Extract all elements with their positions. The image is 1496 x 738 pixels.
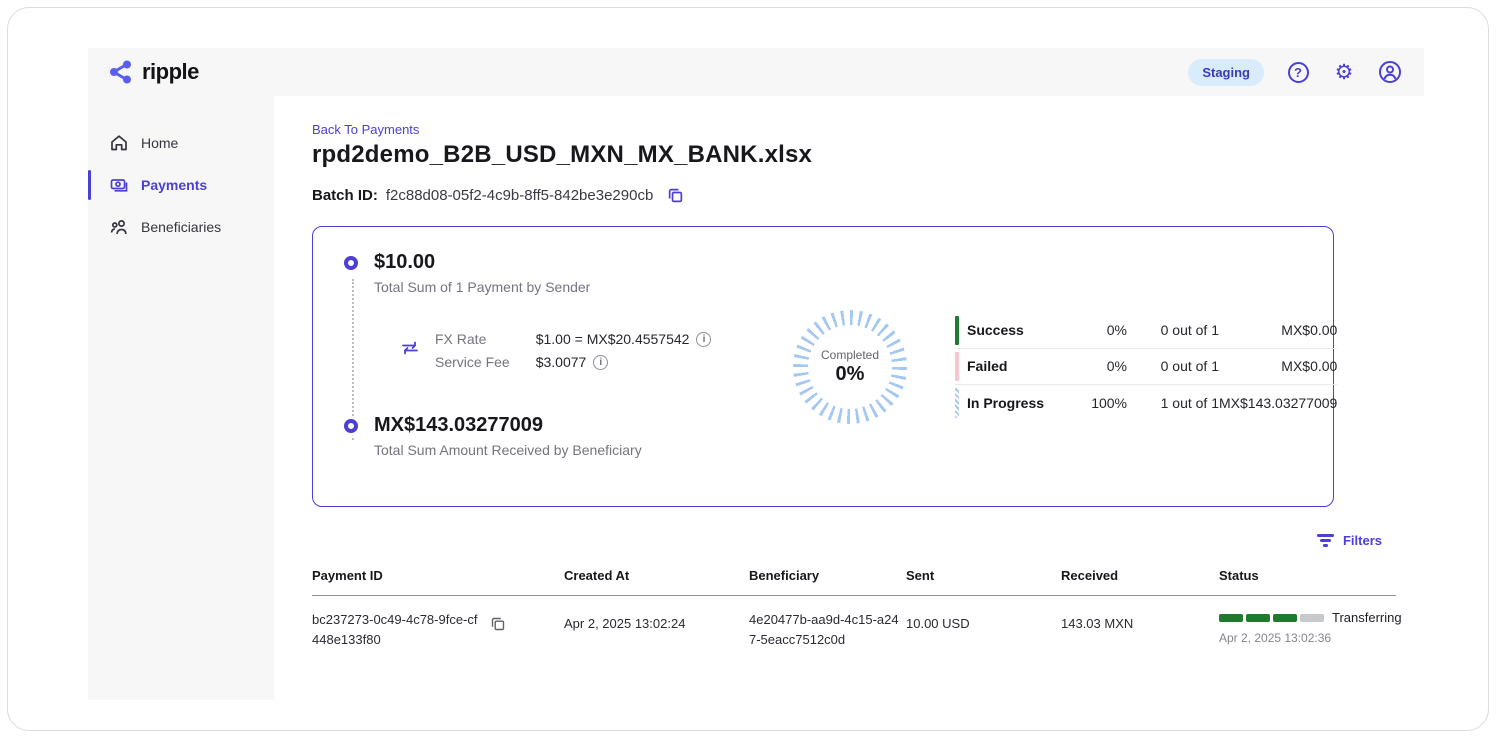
beneficiary-total-amount: MX$143.03277009 — [374, 414, 642, 437]
stat-percentage: 100% — [1075, 395, 1127, 411]
service-fee-text: $3.0077 — [536, 354, 587, 370]
status-breakdown: Success 0% 0 out of 1 MX$0.00 Failed 0% … — [955, 313, 1337, 421]
table-row[interactable]: bc237273-0c49-4c78-9fce-cf448e133f80 Apr… — [312, 596, 1396, 649]
page-title: rpd2demo_B2B_USD_MXN_MX_BANK.xlsx — [312, 141, 1396, 169]
sidebar: Home Payments — [88, 96, 274, 700]
gear-icon: ⚙ — [1335, 62, 1354, 83]
sender-total-caption: Total Sum of 1 Payment by Sender — [374, 279, 590, 295]
top-bar: ripple Staging ? ⚙ — [88, 48, 1424, 96]
batch-id-value: f2c88d08-05f2-4c9b-8ff5-842be3e290cb — [386, 187, 653, 204]
main-content: Back To Payments rpd2demo_B2B_USD_MXN_MX… — [274, 96, 1424, 700]
topbar-controls: Staging ? ⚙ — [1188, 59, 1402, 86]
filter-icon — [1317, 534, 1334, 547]
payment-timeline: $10.00 Total Sum of 1 Payment by Sender — [335, 251, 775, 482]
back-to-payments-link[interactable]: Back To Payments — [312, 122, 1396, 137]
status-label: Transferring — [1332, 610, 1402, 625]
spinner-ticks: Completed 0% — [793, 310, 907, 424]
filters-button[interactable]: Filters — [1317, 533, 1382, 548]
completed-label: Completed — [821, 348, 879, 362]
failed-bar — [955, 352, 959, 381]
service-fee-info-icon[interactable]: i — [593, 355, 608, 370]
failed-stat-row: Failed 0% 0 out of 1 MX$0.00 — [955, 349, 1337, 385]
environment-badge: Staging — [1188, 59, 1264, 86]
payment-id-value: bc237273-0c49-4c78-9fce-cf448e133f80 — [312, 610, 480, 649]
brand-wordmark: ripple — [142, 59, 199, 85]
status-cell: Transferring Apr 2, 2025 13:02:36 — [1219, 610, 1402, 645]
completion-spinner: Completed 0% — [793, 310, 907, 424]
fx-exchange-icon — [399, 337, 421, 370]
screenshot-frame: ripple Staging ? ⚙ — [7, 7, 1489, 731]
column-header-received: Received — [1061, 568, 1219, 583]
batch-id-label: Batch ID: — [312, 187, 378, 204]
beneficiaries-icon — [109, 217, 129, 237]
stat-count: 1 out of 1 — [1127, 395, 1219, 411]
beneficiary-total-caption: Total Sum Amount Received by Beneficiary — [374, 442, 642, 458]
fx-rate-text: $1.00 = MX$20.4557542 — [536, 331, 690, 347]
stat-amount: MX$0.00 — [1219, 358, 1337, 374]
timeline-bullet-icon — [344, 419, 358, 433]
column-header-sent: Sent — [906, 568, 1061, 583]
fx-rate-info-icon[interactable]: i — [696, 332, 711, 347]
sender-total-amount: $10.00 — [374, 251, 590, 274]
help-button[interactable]: ? — [1286, 60, 1310, 84]
column-header-payment-id: Payment ID — [312, 568, 564, 583]
sidebar-item-label: Payments — [141, 177, 207, 193]
fx-rate-value: $1.00 = MX$20.4557542 i — [536, 331, 712, 347]
sidebar-item-label: Beneficiaries — [141, 219, 221, 235]
status-progress — [1219, 614, 1324, 622]
stat-percentage: 0% — [1075, 358, 1127, 374]
in-progress-stat-row: In Progress 100% 1 out of 1 MX$143.03277… — [955, 385, 1337, 421]
received-cell: 143.03 MXN — [1061, 610, 1219, 631]
success-stat-row: Success 0% 0 out of 1 MX$0.00 — [955, 313, 1337, 349]
home-icon — [109, 133, 129, 153]
payment-id-cell: bc237273-0c49-4c78-9fce-cf448e133f80 — [312, 610, 564, 649]
payments-table-header: Payment ID Created At Beneficiary Sent R… — [312, 568, 1396, 596]
stat-label: In Progress — [967, 395, 1075, 411]
service-fee-value: $3.0077 i — [536, 354, 712, 370]
sidebar-item-home[interactable]: Home — [88, 122, 274, 164]
payments-icon — [109, 175, 129, 195]
column-header-status: Status — [1219, 568, 1396, 583]
sidebar-item-payments[interactable]: Payments — [88, 164, 274, 206]
stat-amount: MX$0.00 — [1219, 322, 1337, 338]
sidebar-item-label: Home — [141, 135, 178, 151]
question-mark-icon: ? — [1288, 62, 1309, 83]
stat-count: 0 out of 1 — [1127, 322, 1219, 338]
batch-summary-card: $10.00 Total Sum of 1 Payment by Sender — [312, 226, 1334, 507]
timeline-bullet-icon — [344, 256, 358, 270]
success-bar — [955, 316, 959, 345]
beneficiary-cell: 4e20477b-aa9d-4c15-a247-5eacc7512c0d — [749, 610, 899, 649]
sender-milestone: $10.00 Total Sum of 1 Payment by Sender — [335, 251, 775, 295]
completed-percentage: 0% — [836, 363, 865, 386]
stat-count: 0 out of 1 — [1127, 358, 1219, 374]
account-button[interactable] — [1378, 60, 1402, 84]
settings-button[interactable]: ⚙ — [1332, 60, 1356, 84]
column-header-created-at: Created At — [564, 568, 749, 583]
stat-amount: MX$143.03277009 — [1219, 395, 1337, 411]
created-at-cell: Apr 2, 2025 13:02:24 — [564, 610, 749, 631]
ripple-logo-icon — [108, 59, 134, 85]
fx-rate-label: FX Rate — [435, 331, 510, 347]
beneficiary-milestone: MX$143.03277009 Total Sum Amount Receive… — [335, 414, 775, 458]
sidebar-item-beneficiaries[interactable]: Beneficiaries — [88, 206, 274, 248]
copy-batch-id-button[interactable] — [667, 187, 684, 204]
stat-label: Failed — [967, 358, 1075, 374]
in-progress-bar — [955, 388, 959, 418]
batch-id-row: Batch ID: f2c88d08-05f2-4c9b-8ff5-842be3… — [312, 187, 1396, 204]
copy-payment-id-button[interactable] — [490, 616, 506, 632]
status-timestamp: Apr 2, 2025 13:02:36 — [1219, 631, 1402, 645]
ripple-brand: ripple — [108, 59, 199, 85]
sent-cell: 10.00 USD — [906, 610, 1061, 631]
column-header-beneficiary: Beneficiary — [749, 568, 906, 583]
fx-details: FX Rate $1.00 = MX$20.4557542 i Service … — [399, 331, 775, 370]
stat-percentage: 0% — [1075, 322, 1127, 338]
user-icon — [1378, 60, 1402, 84]
service-fee-label: Service Fee — [435, 354, 510, 370]
stat-label: Success — [967, 322, 1075, 338]
app-window: ripple Staging ? ⚙ — [88, 48, 1424, 700]
filters-label: Filters — [1343, 533, 1382, 548]
